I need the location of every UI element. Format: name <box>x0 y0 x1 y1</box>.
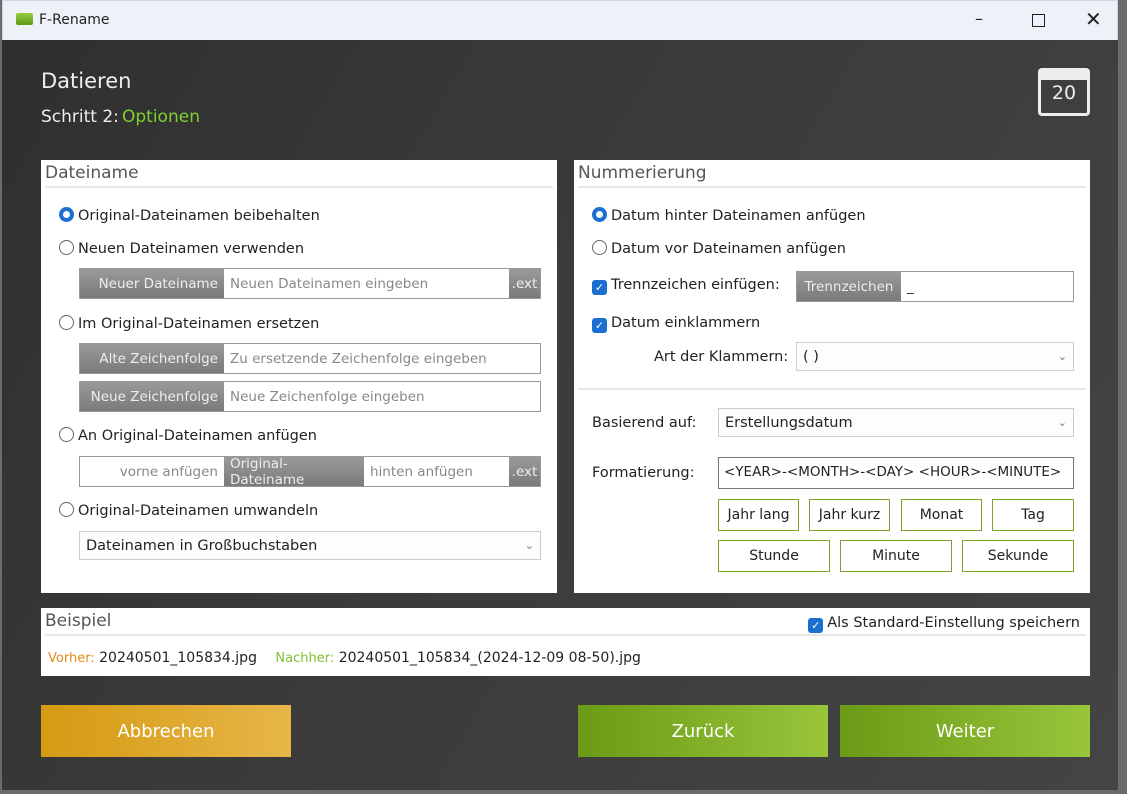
dateiname-panel: Dateiname Original-Dateinamen beibehalte… <box>41 160 557 593</box>
after-label: Nachher: <box>275 651 335 666</box>
calendar-icon: 20 <box>1038 68 1090 116</box>
field-tag: Trennzeichen <box>797 272 901 301</box>
old-string-field[interactable]: Alte Zeichenfolge Zu ersetzende Zeichenf… <box>79 343 541 374</box>
radio-label: Original-Dateinamen umwandeln <box>78 503 319 519</box>
minute-button[interactable]: Minute <box>840 540 952 572</box>
before-value: 20240501_105834.jpg <box>99 650 257 666</box>
year-short-button[interactable]: Jahr kurz <box>809 499 890 531</box>
app-logo-icon <box>16 13 33 25</box>
chevron-down-icon: ⌄ <box>524 539 534 552</box>
suffix-input[interactable]: hinten anfügen <box>364 457 509 486</box>
separator-input[interactable]: _ <box>901 272 1073 301</box>
format-input[interactable]: <YEAR>-<MONTH>-<DAY> <HOUR>-<MINUTE> <box>718 457 1074 489</box>
radio-label: Datum hinter Dateinamen anfügen <box>611 208 866 224</box>
calendar-day: 20 <box>1051 82 1077 104</box>
ext-tag: .ext <box>509 269 540 298</box>
radio-date-before[interactable]: Datum vor Dateinamen anfügen <box>592 240 846 257</box>
checkbox-label: Datum einklammern <box>611 315 761 331</box>
step-name: Optionen <box>122 107 200 127</box>
panel-title: Nummerierung <box>578 163 707 183</box>
old-string-input[interactable]: Zu ersetzende Zeichenfolge eingeben <box>224 344 540 373</box>
year-long-button[interactable]: Jahr lang <box>718 499 799 531</box>
checkbox-label: Trennzeichen einfügen: <box>611 277 780 293</box>
new-filename-field[interactable]: Neuer Dateiname Neuen Dateinamen eingebe… <box>79 268 541 299</box>
ext-tag: .ext <box>509 457 540 486</box>
field-tag: Neue Zeichenfolge <box>80 382 224 411</box>
checkbox-label: Als Standard-Einstellung speichern <box>827 615 1080 631</box>
example-row: Vorher: 20240501_105834.jpg Nachher: 202… <box>48 650 641 666</box>
beispiel-panel: Beispiel ✓ Als Standard-Einstellung speic… <box>41 608 1090 676</box>
based-select[interactable]: Erstellungsdatum ⌄ <box>718 408 1074 437</box>
radio-append[interactable]: An Original-Dateinamen anfügen <box>59 427 317 444</box>
close-button[interactable]: ✕ <box>1085 7 1102 31</box>
radio-label: Original-Dateinamen beibehalten <box>78 208 320 224</box>
back-button[interactable]: Zurück <box>578 705 828 757</box>
select-value: Dateinamen in Großbuchstaben <box>86 537 318 554</box>
after-value: 20240501_105834_(2024-12-09 08-50).jpg <box>338 650 641 666</box>
radio-label: Neuen Dateinamen verwenden <box>78 241 305 257</box>
divider <box>578 388 1086 390</box>
window-title: F-Rename <box>39 12 110 28</box>
title-bar: F-Rename – ✕ <box>2 0 1118 40</box>
new-filename-input[interactable]: Neuen Dateinamen eingeben <box>224 269 509 298</box>
radio-label: Im Original-Dateinamen ersetzen <box>78 316 320 332</box>
append-field[interactable]: vorne anfügen Original-Dateiname hinten … <box>79 456 541 488</box>
separator-checkbox[interactable]: ✓ Trennzeichen einfügen: <box>592 277 780 295</box>
separator-field[interactable]: Trennzeichen _ <box>796 271 1074 302</box>
before-label: Vorher: <box>48 651 95 666</box>
radio-convert[interactable]: Original-Dateinamen umwandeln <box>59 502 318 519</box>
prefix-input[interactable]: vorne anfügen <box>80 457 224 486</box>
radio-date-after[interactable]: Datum hinter Dateinamen anfügen <box>592 207 866 224</box>
minimize-button[interactable]: – <box>965 9 993 33</box>
save-default-checkbox[interactable]: ✓ Als Standard-Einstellung speichern <box>808 615 1080 633</box>
select-value: ( ) <box>803 348 819 365</box>
month-button[interactable]: Monat <box>901 499 982 531</box>
maximize-button[interactable] <box>1032 14 1045 27</box>
bracket-label: Art der Klammern: <box>654 349 789 365</box>
select-value: Erstellungsdatum <box>725 414 853 431</box>
chevron-down-icon: ⌄ <box>1057 416 1067 429</box>
new-string-input[interactable]: Neue Zeichenfolge eingeben <box>224 382 540 411</box>
field-tag: Neuer Dateiname <box>80 269 224 298</box>
radio-keep[interactable]: Original-Dateinamen beibehalten <box>59 207 320 224</box>
radio-replace[interactable]: Im Original-Dateinamen ersetzen <box>59 315 319 332</box>
panel-title: Dateiname <box>45 163 139 183</box>
bracket-checkbox[interactable]: ✓ Datum einklammern <box>592 315 760 333</box>
next-button[interactable]: Weiter <box>840 705 1090 757</box>
based-label: Basierend auf: <box>592 415 697 431</box>
convert-select[interactable]: Dateinamen in Großbuchstaben ⌄ <box>79 531 541 560</box>
radio-label: An Original-Dateinamen anfügen <box>78 428 317 444</box>
radio-label: Datum vor Dateinamen anfügen <box>611 241 846 257</box>
step-label: Schritt 2: <box>41 107 119 127</box>
bracket-select[interactable]: ( ) ⌄ <box>796 342 1074 371</box>
nummerierung-panel: Nummerierung Datum hinter Dateinamen anf… <box>574 160 1090 593</box>
field-tag: Alte Zeichenfolge <box>80 344 224 373</box>
new-string-field[interactable]: Neue Zeichenfolge Neue Zeichenfolge eing… <box>79 381 541 412</box>
chevron-down-icon: ⌄ <box>1057 350 1067 363</box>
cancel-button[interactable]: Abbrechen <box>41 705 291 757</box>
format-label: Formatierung: <box>592 465 695 481</box>
dialog-body: Datieren Schritt 2: Optionen 20 Dateinam… <box>2 40 1118 790</box>
page-title: Datieren <box>41 69 132 93</box>
hour-button[interactable]: Stunde <box>718 540 830 572</box>
day-button[interactable]: Tag <box>992 499 1074 531</box>
second-button[interactable]: Sekunde <box>962 540 1074 572</box>
radio-new[interactable]: Neuen Dateinamen verwenden <box>59 240 304 257</box>
field-tag: Original-Dateiname <box>224 456 364 488</box>
